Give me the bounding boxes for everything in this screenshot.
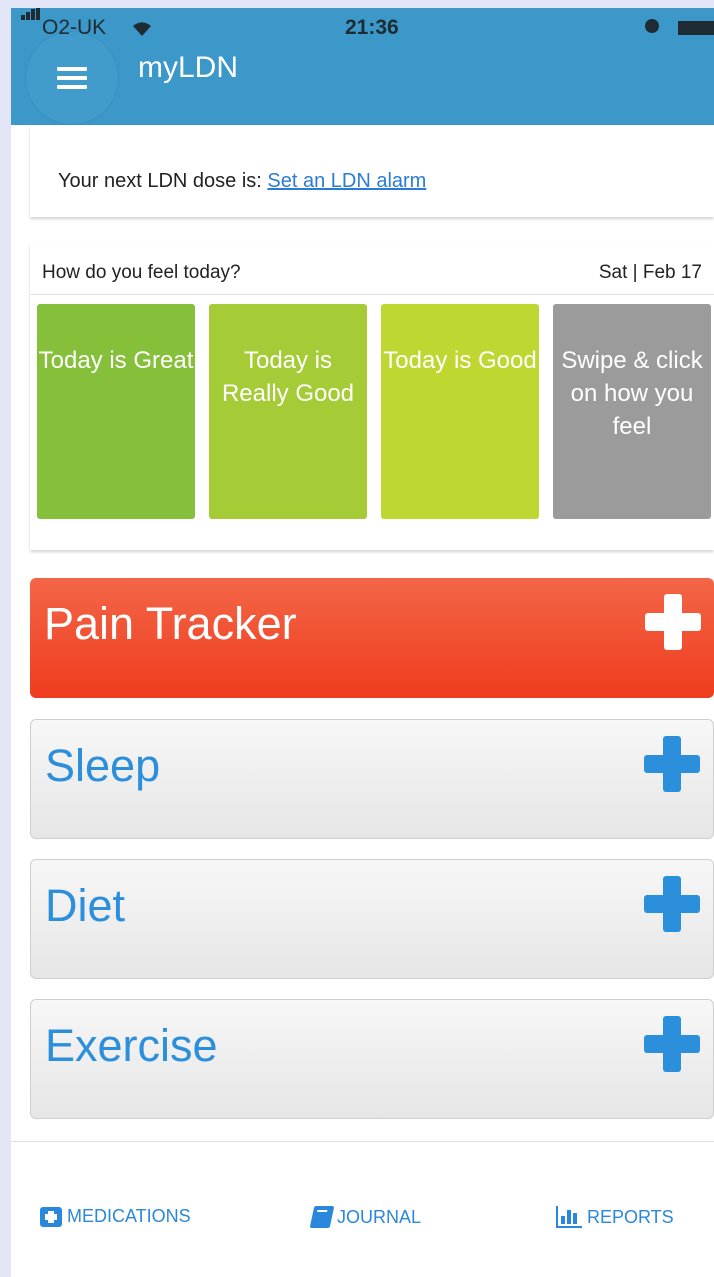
feel-question: How do you feel today? <box>42 262 241 283</box>
plus-icon <box>645 594 701 650</box>
divider <box>30 294 714 295</box>
pain-tracker-button[interactable]: Pain Tracker <box>30 578 714 698</box>
bottom-nav: MEDICATIONS JOURNAL REPORTS <box>11 1141 714 1277</box>
plus-icon <box>644 736 700 792</box>
set-alarm-link[interactable]: Set an LDN alarm <box>267 170 426 192</box>
app-header: O2-UK 21:36 myLDN <box>11 8 714 125</box>
nav-reports-label: REPORTS <box>587 1206 674 1227</box>
plus-icon <box>644 876 700 932</box>
next-dose-label: Your next LDN dose is: <box>58 170 268 192</box>
nav-medications-label: MEDICATIONS <box>67 1206 191 1226</box>
app-screen: O2-UK 21:36 myLDN Your next LDN dose is:… <box>11 8 714 1277</box>
menu-button[interactable] <box>26 32 118 124</box>
app-title: myLDN <box>138 51 239 84</box>
next-dose-text: Your next LDN dose is: Set an LDN alarm <box>58 170 426 193</box>
mood-really-good-button[interactable]: Today is Really Good <box>209 304 367 519</box>
mood-label: Today is Great <box>38 347 194 374</box>
exercise-label: Exercise <box>45 1020 218 1071</box>
menu-icon-bar <box>57 85 87 89</box>
mood-label: Today is Really Good <box>221 347 355 407</box>
wifi-icon <box>131 18 153 42</box>
mood-label: Today is Good <box>383 347 537 374</box>
feel-date: Sat | Feb 17 <box>598 262 702 283</box>
mood-hint-tile[interactable]: Swipe & click on how you feel <box>553 304 711 519</box>
status-time: 21:36 <box>345 16 399 39</box>
menu-icon <box>57 67 87 71</box>
menu-icon-bar <box>57 76 87 80</box>
diet-tracker-button[interactable]: Diet <box>30 859 714 979</box>
nav-medications[interactable]: MEDICATIONS <box>40 1206 191 1227</box>
sleep-label: Sleep <box>45 740 161 791</box>
next-dose-card: Your next LDN dose is: Set an LDN alarm <box>30 125 714 217</box>
nav-reports[interactable]: REPORTS <box>556 1206 674 1228</box>
book-icon <box>309 1206 335 1228</box>
battery-icon <box>678 21 714 35</box>
status-bar: O2-UK 21:36 <box>11 8 714 44</box>
mood-label: Swipe & click on how you feel <box>561 347 703 440</box>
sleep-tracker-button[interactable]: Sleep <box>30 719 714 839</box>
bar-chart-icon <box>556 1206 582 1228</box>
diet-label: Diet <box>45 880 126 931</box>
nav-journal-label: JOURNAL <box>337 1206 422 1227</box>
exercise-tracker-button[interactable]: Exercise <box>30 999 714 1119</box>
nav-journal[interactable]: JOURNAL <box>309 1206 422 1228</box>
feel-today-card: How do you feel today? Sat | Feb 17 Toda… <box>30 244 714 550</box>
feel-header: How do you feel today? Sat | Feb 17 <box>30 244 714 294</box>
mood-good-button[interactable]: Today is Good <box>381 304 539 519</box>
medkit-icon <box>40 1206 62 1227</box>
alarm-icon <box>645 19 659 33</box>
pain-tracker-label: Pain Tracker <box>44 598 297 649</box>
plus-icon <box>644 1016 700 1072</box>
mood-great-button[interactable]: Today is Great <box>37 304 195 519</box>
